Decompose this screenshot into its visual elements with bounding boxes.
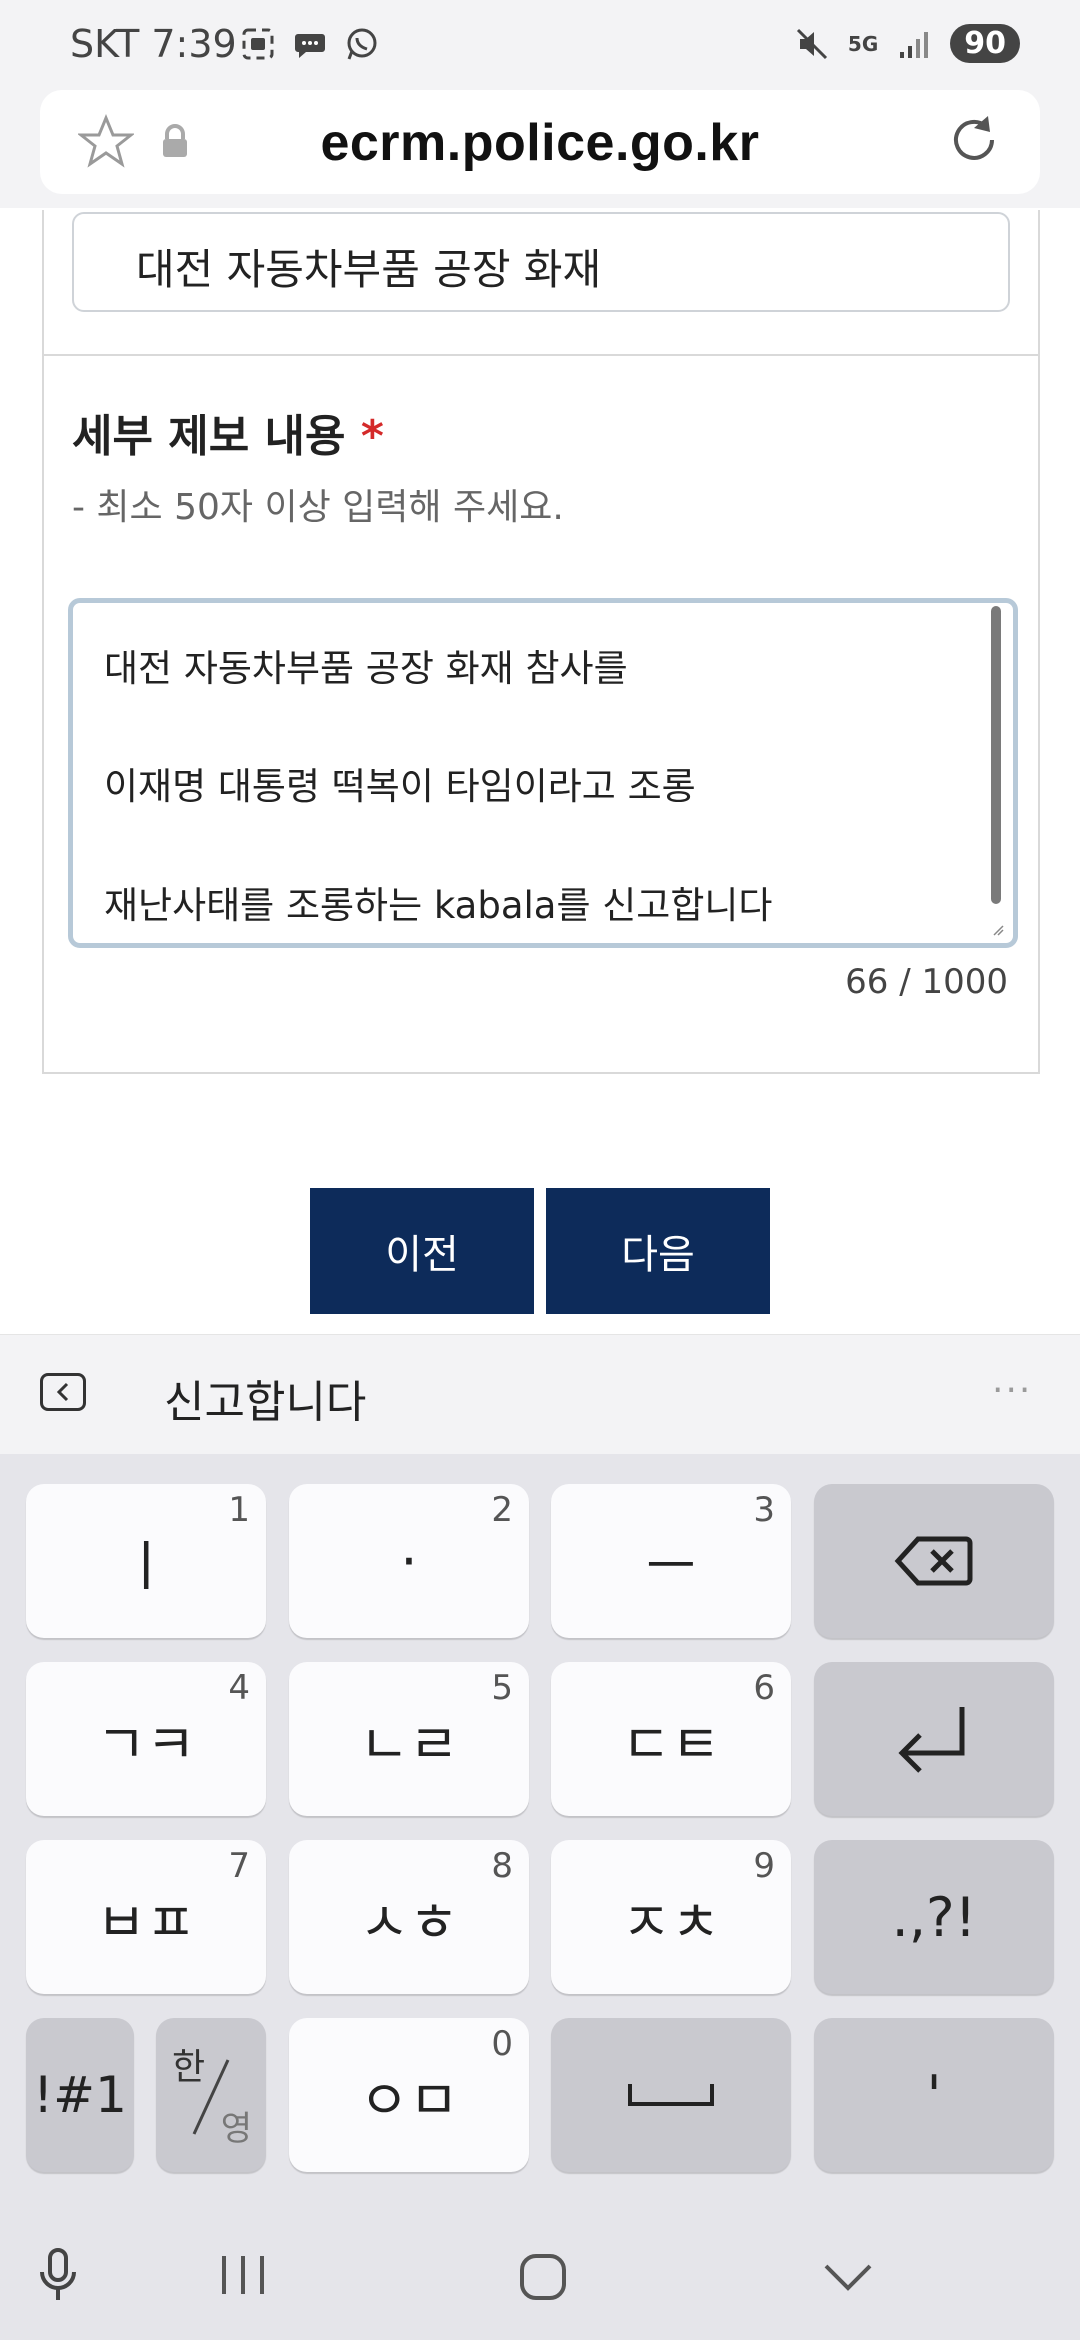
key-number: 0 <box>491 2024 513 2064</box>
next-button[interactable]: 다음 <box>546 1188 770 1314</box>
key-giyeok[interactable]: ㄱㅋ 4 <box>26 1662 266 1816</box>
key-label: ㄱㅋ <box>96 1712 196 1776</box>
more-options-icon[interactable]: ··· <box>992 1370 1032 1411</box>
key-label: ㅇㅁ <box>359 2068 459 2132</box>
home-icon[interactable] <box>518 2252 568 2302</box>
space-key[interactable] <box>551 2018 791 2172</box>
carrier-time: SKT 7:39 <box>70 22 237 66</box>
detail-label: 세부 제보 내용 * <box>72 400 384 464</box>
lang-english-label: 영 <box>220 2109 252 2149</box>
word-suggestion[interactable]: 신고합니다 <box>164 1366 366 1430</box>
section-divider <box>42 354 1038 356</box>
language-key[interactable]: 한 영 <box>156 2018 266 2172</box>
space-icon <box>628 2084 714 2106</box>
key-jieut[interactable]: ㅈㅊ 9 <box>551 1840 791 1994</box>
key-vowel-i[interactable]: ㅣ1 <box>26 1484 266 1638</box>
mute-icon <box>796 28 827 59</box>
detail-label-text: 세부 제보 내용 <box>72 411 346 462</box>
key-number: 5 <box>491 1668 513 1708</box>
key-number: 4 <box>228 1668 250 1708</box>
key-number: 8 <box>491 1846 513 1886</box>
key-label: ㅈㅊ <box>621 1890 721 1954</box>
char-separator: / <box>899 962 911 1002</box>
key-label: ㄷㅌ <box>621 1712 721 1776</box>
keyboard-suggestion-bar <box>0 1334 1080 1455</box>
toolbar-collapse-icon[interactable] <box>40 1373 86 1411</box>
key-label: ㅣ <box>121 1534 171 1598</box>
detail-text-line-2[interactable]: 이재명 대통령 떡복이 타임이라고 조롱 <box>104 756 696 810</box>
key-number: 6 <box>753 1668 775 1708</box>
detail-hint: - 최소 50자 이상 입력해 주세요. <box>72 487 564 528</box>
key-number: 1 <box>228 1490 250 1530</box>
key-label: ㅡ <box>646 1534 696 1598</box>
apostrophe-key[interactable]: ' <box>814 2018 1054 2172</box>
backspace-icon <box>894 1536 973 1586</box>
backspace-key[interactable] <box>814 1484 1054 1638</box>
resize-handle-icon[interactable] <box>992 924 1004 936</box>
key-bieup[interactable]: ㅂㅍ 7 <box>26 1840 266 1994</box>
key-label: ㄴㄹ <box>359 1712 459 1776</box>
key-label: ㅅㅎ <box>359 1890 459 1954</box>
microphone-icon[interactable] <box>34 2246 82 2306</box>
detail-text-line-1[interactable]: 대전 자동차부품 공장 화재 참사를 <box>104 638 628 692</box>
key-siot[interactable]: ㅅㅎ 8 <box>289 1840 529 1994</box>
prev-button[interactable]: 이전 <box>310 1188 534 1314</box>
key-vowel-eu[interactable]: ㅡ3 <box>551 1484 791 1638</box>
key-ieung[interactable]: ㅇㅁ 0 <box>289 2018 529 2172</box>
chevron-left-icon <box>56 1382 69 1402</box>
battery-indicator: 90 <box>950 24 1020 63</box>
enter-icon <box>898 1707 965 1773</box>
url-text[interactable]: ecrm.police.go.kr <box>0 113 1080 173</box>
char-limit: 1000 <box>921 962 1008 1002</box>
char-count: 66 <box>845 962 889 1002</box>
punctuation-key[interactable]: .,?! <box>814 1840 1054 1994</box>
key-number: 9 <box>753 1846 775 1886</box>
recent-apps-icon[interactable] <box>218 2252 268 2298</box>
key-label: · <box>400 1529 418 1593</box>
key-number: 2 <box>491 1490 513 1530</box>
symbols-key[interactable]: !#1 <box>26 2018 134 2172</box>
whatsapp-icon <box>347 28 377 60</box>
chevron-down-icon[interactable] <box>822 2260 874 2294</box>
report-title-value[interactable]: 대전 자동차부품 공장 화재 <box>136 236 601 297</box>
key-number: 3 <box>753 1490 775 1530</box>
signal-icon <box>900 31 929 58</box>
key-nieun[interactable]: ㄴㄹ 5 <box>289 1662 529 1816</box>
key-digeut[interactable]: ㄷㅌ 6 <box>551 1662 791 1816</box>
detail-text-line-3[interactable]: 재난사태를 조롱하는 kabala를 신고합니다 <box>104 875 772 929</box>
key-label: ㅂㅍ <box>96 1890 196 1954</box>
network-5g-icon: 5G <box>847 31 879 56</box>
char-counter: 66 / 1000 <box>845 962 1008 1002</box>
key-vowel-dot[interactable]: · 2 <box>289 1484 529 1638</box>
status-icons: 5G 90 <box>794 24 1020 63</box>
screenshot-icon <box>242 28 274 60</box>
reload-icon[interactable] <box>944 110 1004 170</box>
message-icon <box>295 34 325 58</box>
required-mark: * <box>360 411 384 462</box>
key-number: 7 <box>228 1846 250 1886</box>
notification-icons <box>240 26 380 62</box>
textarea-scrollbar[interactable] <box>991 606 1001 904</box>
enter-key[interactable] <box>814 1662 1054 1816</box>
